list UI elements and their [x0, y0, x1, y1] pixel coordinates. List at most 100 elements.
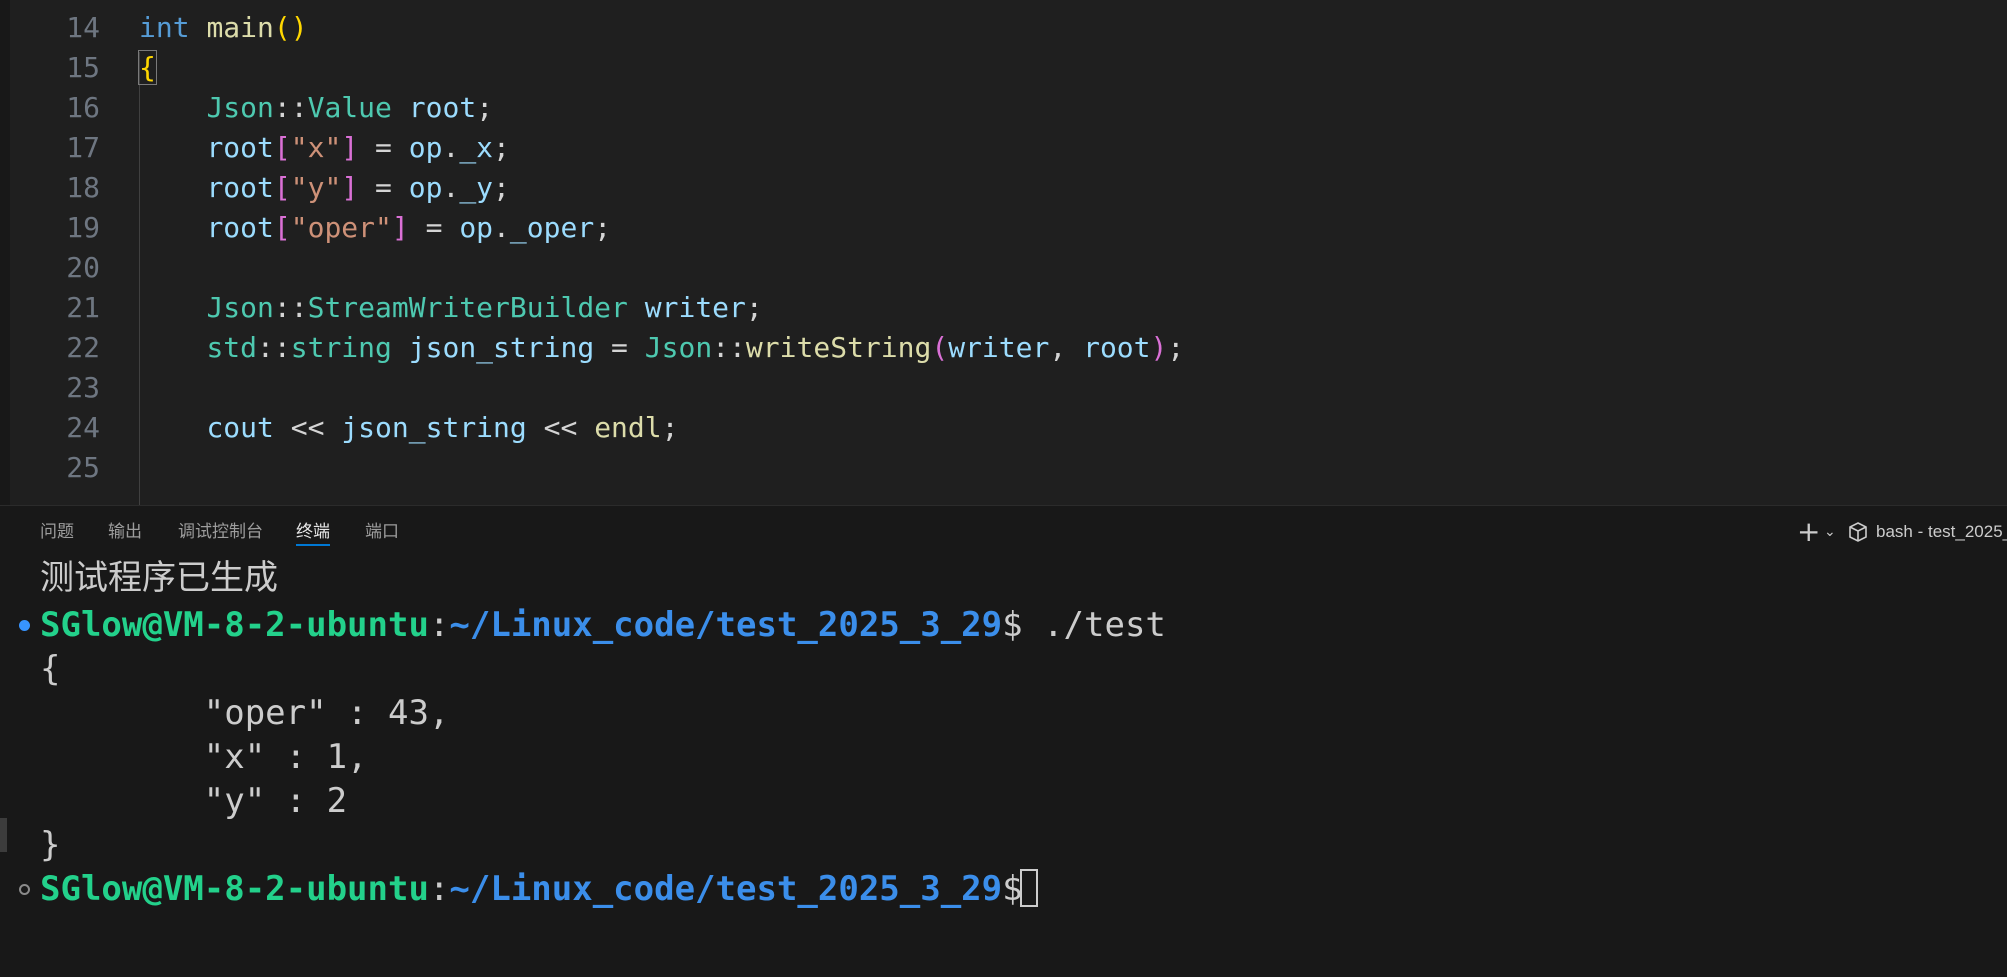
code-line[interactable]: 16 Json::Value root; — [0, 88, 2007, 128]
code-token: = — [358, 131, 409, 164]
code-text: std::string json_string = Json::writeStr… — [139, 328, 1184, 368]
code-token: :: — [257, 331, 291, 364]
tab-output[interactable]: 输出 — [108, 520, 142, 544]
code-token: _x — [459, 131, 494, 164]
code-line[interactable]: 21 Json::StreamWriterBuilder writer; — [0, 288, 2007, 328]
code-token: () — [273, 11, 308, 44]
tab-debug-console[interactable]: 调试控制台 — [178, 520, 263, 544]
tab-terminal[interactable]: 终端 — [296, 520, 330, 546]
code-token: ] — [341, 131, 359, 164]
code-line[interactable]: 20 — [0, 248, 2007, 288]
code-line[interactable]: 24 cout << json_string << endl; — [0, 408, 2007, 448]
line-number: 20 — [66, 251, 100, 284]
code-token: ; — [594, 211, 612, 244]
prompt-separator: : — [428, 869, 450, 909]
code-token: . — [493, 211, 510, 244]
code-token: [ — [273, 211, 291, 244]
code-token: [ — [273, 131, 291, 164]
code-token: std — [206, 331, 258, 364]
code-line[interactable]: 15 { — [0, 48, 2007, 88]
code-line[interactable]: 25 — [0, 448, 2007, 488]
line-number: 17 — [66, 131, 100, 164]
code-token: Value — [307, 91, 392, 124]
output-line: "oper" : 43, — [40, 693, 450, 733]
output-line: "x" : 1, — [40, 737, 368, 777]
terminal-instance-label[interactable]: bash - test_2025_3_29 — [1876, 521, 2007, 543]
code-text: Json::StreamWriterBuilder writer; — [139, 288, 763, 328]
code-text: Json::Value root; — [139, 88, 493, 128]
prompt-path: ~/Linux_code/test_2025_3_29 — [449, 605, 1003, 645]
tab-problems[interactable]: 问题 — [40, 520, 74, 544]
terminal-prompt-line-current: SGlow@VM-8-2-ubuntu:~/Linux_code/test_20… — [40, 867, 1043, 911]
code-line[interactable]: 19 root["oper"] = op._oper; — [0, 208, 2007, 248]
code-line[interactable]: 17 root["x"] = op._x; — [0, 128, 2007, 168]
bottom-panel: 问题 输出 调试控制台 终端 端口 + ⌄ bash - test_2025_3… — [0, 505, 2007, 977]
terminal-cube-icon — [1849, 522, 1867, 542]
code-token: << — [526, 411, 595, 444]
code-token: . — [442, 171, 460, 204]
code-token: endl — [594, 411, 662, 444]
line-number: 21 — [66, 291, 100, 324]
code-text: root["y"] = op._y; — [139, 168, 509, 208]
prompt-separator: : — [428, 605, 450, 645]
code-token: :: — [273, 291, 308, 324]
line-number: 22 — [66, 331, 100, 364]
output-line: } — [40, 825, 61, 865]
code-token: root — [206, 131, 274, 164]
code-token: "x" — [290, 131, 342, 164]
tab-ports[interactable]: 端口 — [365, 520, 399, 544]
code-token: "y" — [290, 171, 342, 204]
code-token: ; — [1167, 331, 1185, 364]
code-token: cout — [206, 411, 274, 444]
code-token: root — [206, 171, 274, 204]
panel-sash[interactable] — [0, 818, 7, 852]
terminal-cursor[interactable] — [1020, 869, 1038, 907]
code-token: ; — [745, 291, 763, 324]
line-number: 15 — [66, 51, 100, 84]
terminal-command: ./test — [1043, 605, 1166, 645]
line-number: 14 — [66, 11, 100, 44]
code-token: ) — [1150, 331, 1168, 364]
line-number: 19 — [66, 211, 100, 244]
code-editor[interactable]: 14 int main() 15{16 Json::Value root; 17 ro… — [0, 0, 2007, 505]
code-token: root — [1083, 331, 1151, 364]
code-line[interactable]: 23 — [0, 368, 2007, 408]
code-token: "oper" — [290, 211, 392, 244]
build-message: 测试程序已生成 — [40, 558, 278, 598]
code-text: int main() — [139, 8, 308, 48]
code-token: op — [408, 131, 443, 164]
code-token: [ — [273, 171, 291, 204]
chevron-down-icon[interactable]: ⌄ — [1824, 520, 1836, 544]
code-line[interactable]: 18 root["y"] = op._y; — [0, 168, 2007, 208]
code-token: _y — [459, 171, 494, 204]
code-line[interactable]: 14 int main() — [0, 8, 2007, 48]
code-token: main — [206, 11, 274, 44]
command-success-decoration[interactable] — [19, 620, 30, 631]
code-line[interactable]: 22 std::string json_string = Json::write… — [0, 328, 2007, 368]
code-token: = — [594, 331, 645, 364]
code-token: { — [138, 50, 157, 85]
code-token: ] — [391, 211, 409, 244]
line-number: 16 — [66, 91, 100, 124]
plus-icon[interactable]: + — [1797, 518, 1820, 546]
code-token: writer — [644, 291, 746, 324]
panel-tab-bar: 问题 输出 调试控制台 终端 端口 + ⌄ bash - test_2025_3… — [0, 506, 2007, 562]
line-number: 25 — [66, 451, 100, 484]
command-idle-decoration[interactable] — [19, 884, 30, 895]
code-token: ; — [476, 91, 494, 124]
code-token: json_string — [408, 331, 595, 364]
prompt-dollar: $ — [1002, 605, 1044, 645]
code-token: Json — [206, 291, 274, 324]
code-text: { — [138, 48, 157, 88]
prompt-user: SGlow@VM-8-2-ubuntu — [40, 869, 429, 909]
code-token: int — [139, 11, 190, 44]
output-line: "y" : 2 — [40, 781, 348, 821]
